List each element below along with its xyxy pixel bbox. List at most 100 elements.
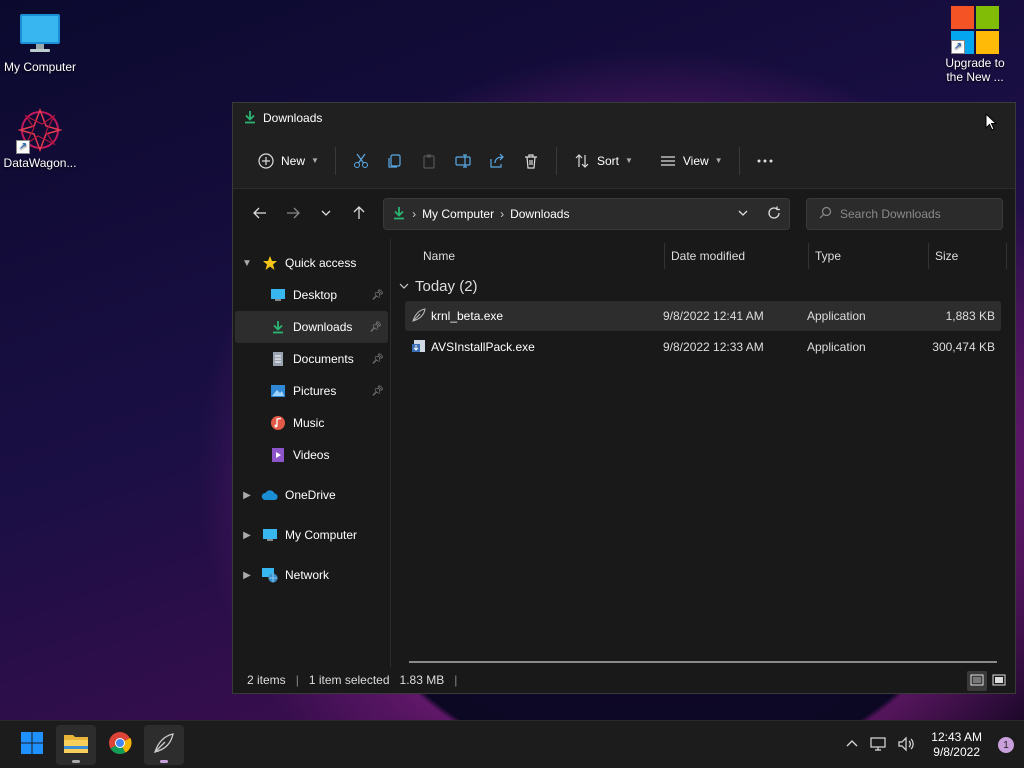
horizontal-scrollbar[interactable] xyxy=(409,661,997,663)
column-header-name[interactable]: Name xyxy=(391,243,665,269)
forward-button[interactable] xyxy=(278,199,307,229)
explorer-body: ▼ Quick access Desktop 📌︎ Downloads 📌︎ D… xyxy=(233,239,1015,667)
up-button[interactable] xyxy=(344,199,373,229)
tiles-view-button[interactable] xyxy=(989,671,1009,691)
arrow-left-icon xyxy=(252,206,267,223)
desktop-icon xyxy=(269,287,287,303)
view-button[interactable]: View ▼ xyxy=(651,146,731,176)
pin-icon[interactable]: 📌︎ xyxy=(371,354,384,365)
refresh-icon[interactable] xyxy=(767,206,781,223)
new-label: New xyxy=(281,153,306,168)
notification-badge[interactable]: 1 xyxy=(998,737,1014,753)
nav-my-computer[interactable]: ▶ My Computer xyxy=(233,519,390,551)
address-bar[interactable]: › My Computer › Downloads xyxy=(383,198,790,230)
nav-item-documents[interactable]: Documents 📌︎ xyxy=(233,343,390,375)
breadcrumb-separator-icon: › xyxy=(412,207,417,221)
column-header-date[interactable]: Date modified xyxy=(665,243,809,269)
nav-label: Videos xyxy=(293,448,330,462)
back-button[interactable] xyxy=(245,199,274,229)
chevron-right-icon[interactable]: ▶ xyxy=(233,490,261,501)
desktop-icon-label: DataWagon... xyxy=(3,156,77,170)
file-size: 300,474 KB xyxy=(932,340,995,354)
nav-label: Desktop xyxy=(293,288,338,302)
clipboard-icon xyxy=(420,152,438,170)
star-icon xyxy=(261,255,279,271)
sort-arrows-icon xyxy=(573,152,591,170)
pin-icon[interactable]: 📌︎ xyxy=(369,322,382,333)
chevron-up-icon[interactable] xyxy=(845,737,859,754)
nav-label: Network xyxy=(285,568,330,582)
nav-label: My Computer xyxy=(285,528,358,542)
file-date: 9/8/2022 12:41 AM xyxy=(663,309,764,323)
nav-item-videos[interactable]: Videos xyxy=(233,439,390,471)
app-feather-icon xyxy=(152,731,176,758)
new-button[interactable]: New ▼ xyxy=(249,146,327,176)
status-separator: | xyxy=(454,673,458,687)
rename-button[interactable] xyxy=(446,146,480,176)
clock-time: 12:43 AM xyxy=(931,730,982,744)
arrow-right-icon xyxy=(286,206,300,223)
table-row[interactable]: AVSInstallPack.exe 9/8/2022 12:33 AM App… xyxy=(405,332,1001,362)
clock[interactable]: 12:43 AM 9/8/2022 xyxy=(931,730,982,760)
title-bar[interactable]: Downloads xyxy=(233,103,1015,133)
group-header-today[interactable]: Today (2) xyxy=(391,271,1015,301)
details-view-button[interactable] xyxy=(967,671,987,691)
desktop-icon-label-line2: the New ... xyxy=(946,70,1004,84)
start-button[interactable] xyxy=(12,725,52,765)
desktop-icon-upgrade[interactable]: ↗ Upgrade to the New ... xyxy=(935,6,1015,84)
breadcrumb-my-computer[interactable]: My Computer xyxy=(422,207,494,221)
desktop-icon-my-computer[interactable]: My Computer xyxy=(0,10,80,74)
more-options-button[interactable] xyxy=(748,146,782,176)
list-view-icon xyxy=(659,152,677,170)
address-row: › My Computer › Downloads xyxy=(233,189,1015,239)
nav-item-music[interactable]: Music xyxy=(233,407,390,439)
nav-quick-access[interactable]: ▼ Quick access xyxy=(233,247,390,279)
breadcrumb-downloads[interactable]: Downloads xyxy=(510,207,569,221)
address-history-chevron-icon[interactable] xyxy=(737,207,749,222)
chevron-down-icon[interactable]: ▼ xyxy=(233,258,261,269)
installer-icon xyxy=(411,338,427,357)
windows-logo-icon: ↗ xyxy=(951,6,999,54)
details-view-icon xyxy=(970,674,984,689)
breadcrumb-separator-icon: › xyxy=(500,207,505,221)
share-button[interactable] xyxy=(480,146,514,176)
running-indicator xyxy=(160,759,168,763)
chevron-down-icon xyxy=(320,207,332,222)
chevron-right-icon[interactable]: ▶ xyxy=(233,570,261,581)
nav-item-downloads[interactable]: Downloads 📌︎ xyxy=(235,311,388,343)
nav-network[interactable]: ▶ Network xyxy=(233,559,390,591)
chevron-down-icon: ▼ xyxy=(624,156,633,165)
search-box[interactable] xyxy=(805,198,1003,230)
nav-item-pictures[interactable]: Pictures 📌︎ xyxy=(233,375,390,407)
clock-date: 9/8/2022 xyxy=(933,745,980,759)
nav-onedrive[interactable]: ▶ OneDrive xyxy=(233,479,390,511)
datawagon-logo-icon: ↗ xyxy=(16,106,64,154)
taskbar-chrome[interactable] xyxy=(100,725,140,765)
nav-label: Downloads xyxy=(293,320,353,334)
table-row[interactable]: krnl_beta.exe 9/8/2022 12:41 AM Applicat… xyxy=(405,301,1001,331)
network-status-icon[interactable] xyxy=(869,736,887,755)
delete-button[interactable] xyxy=(514,146,548,176)
chevron-right-icon[interactable]: ▶ xyxy=(233,530,261,541)
pin-icon[interactable]: 📌︎ xyxy=(371,386,384,397)
paste-button[interactable] xyxy=(412,146,446,176)
volume-icon[interactable] xyxy=(897,736,915,755)
nav-item-desktop[interactable]: Desktop 📌︎ xyxy=(233,279,390,311)
desktop-icon-datawagon[interactable]: ↗ DataWagon... xyxy=(0,106,80,170)
chevron-down-icon xyxy=(399,278,409,295)
cut-button[interactable] xyxy=(344,146,378,176)
pin-icon[interactable]: 📌︎ xyxy=(371,290,384,301)
taskbar-file-explorer[interactable] xyxy=(56,724,96,765)
search-input[interactable] xyxy=(839,207,990,221)
music-icon xyxy=(269,415,287,431)
sort-button[interactable]: Sort ▼ xyxy=(565,146,641,176)
copy-button[interactable] xyxy=(378,146,412,176)
nav-label: Quick access xyxy=(285,256,357,270)
column-header-type[interactable]: Type xyxy=(809,243,929,269)
network-icon xyxy=(261,567,279,583)
column-header-size[interactable]: Size xyxy=(929,243,1007,269)
taskbar: 12:43 AM 9/8/2022 1 xyxy=(0,720,1024,768)
divider xyxy=(555,146,557,175)
taskbar-krnl[interactable] xyxy=(144,724,184,765)
recent-locations-button[interactable] xyxy=(311,199,340,229)
